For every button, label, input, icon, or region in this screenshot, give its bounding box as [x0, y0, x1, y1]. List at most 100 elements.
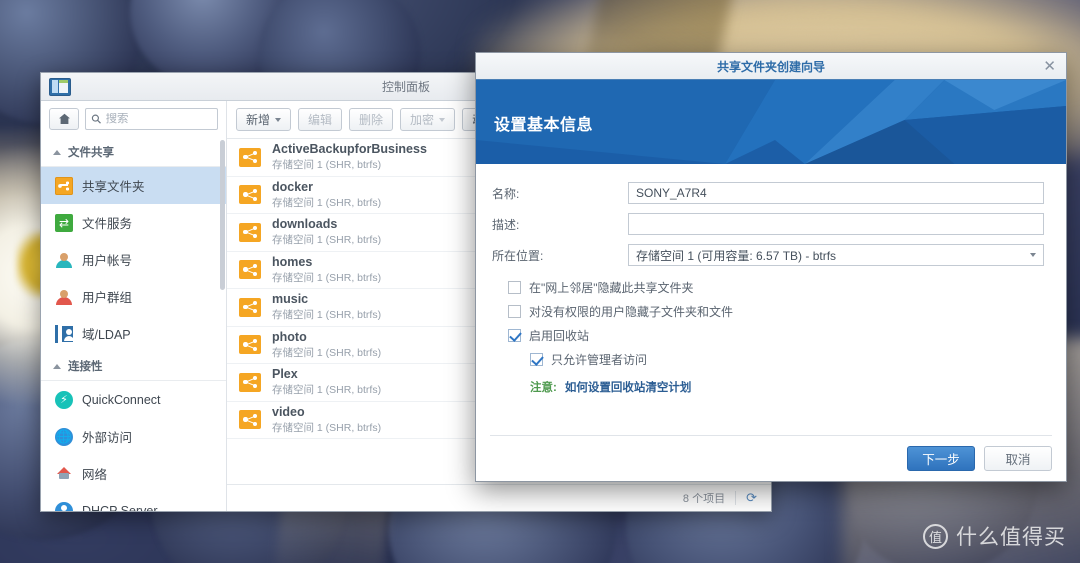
sidebar-item-network[interactable]: 网络 — [41, 455, 226, 492]
folder-name: Plex — [272, 367, 298, 382]
sidebar-item-domain-ldap[interactable]: 域/LDAP — [41, 315, 226, 352]
wizard-form: 名称: SONY_A7R4 描述: 所在位置: 存储空间 1 (可用容量: 6.… — [476, 164, 1066, 435]
search-box[interactable] — [85, 108, 218, 130]
sidebar-item-label: QuickConnect — [82, 392, 161, 407]
sidebar-item-label: 域/LDAP — [82, 328, 131, 342]
cancel-button[interactable]: 取消 — [984, 446, 1052, 471]
wizard-titlebar[interactable]: 共享文件夹创建向导 ✕ — [476, 53, 1066, 80]
name-field[interactable]: SONY_A7R4 — [628, 182, 1044, 204]
refresh-icon[interactable]: ⟳ — [746, 490, 757, 506]
enable-recycle-bin-checkbox[interactable] — [508, 328, 521, 342]
sidebar-item-label: 共享文件夹 — [82, 180, 145, 194]
control-panel-icon — [49, 77, 71, 96]
folder-name: music — [272, 292, 309, 307]
shared-folder-icon — [239, 372, 261, 392]
location-row: 所在位置: 存储空间 1 (可用容量: 6.57 TB) - btrfs — [492, 244, 1044, 266]
home-icon — [58, 113, 70, 124]
quickconnect-icon — [55, 390, 73, 409]
sidebar-group-connectivity[interactable]: 连接性 — [41, 352, 226, 381]
shared-folder-wizard-dialog: 共享文件夹创建向导 ✕ 设置基本信息 名称: SONY_A7R4 描述: 所在位… — [475, 52, 1067, 482]
hide-in-network-neighborhood-row[interactable]: 在"网上邻居"隐藏此共享文件夹 — [508, 275, 1044, 299]
sidebar-item-shared-folder[interactable]: 共享文件夹 — [41, 167, 226, 204]
chevron-down-icon — [1030, 253, 1036, 257]
watermark: 值 什么值得买 — [923, 521, 1066, 551]
sidebar-item-dhcp-server[interactable]: DHCP Server — [41, 492, 226, 511]
sidebar-item-user-account[interactable]: 用户帐号 — [41, 241, 226, 278]
name-row: 名称: SONY_A7R4 — [492, 182, 1044, 204]
sidebar-group-label: 文件共享 — [68, 147, 114, 159]
sidebar-search-row — [41, 101, 226, 138]
home-button[interactable] — [49, 108, 79, 130]
folder-location: 存储空间 1 (SHR, btrfs) — [272, 234, 382, 247]
shared-folder-icon — [55, 176, 73, 195]
folder-location: 存储空间 1 (SHR, btrfs) — [272, 384, 382, 397]
chevron-down-icon — [439, 117, 446, 122]
hide-in-network-neighborhood-label: 在"网上邻居"隐藏此共享文件夹 — [529, 280, 694, 295]
chevron-up-icon — [53, 149, 61, 155]
sidebar-item-label: 用户群组 — [82, 291, 133, 305]
shared-folder-icon — [239, 335, 261, 355]
location-select[interactable]: 存储空间 1 (可用容量: 6.57 TB) - btrfs — [628, 244, 1044, 266]
hide-in-network-neighborhood-checkbox[interactable] — [508, 280, 521, 294]
sidebar-item-file-service[interactable]: 文件服务 — [41, 204, 226, 241]
enable-recycle-bin-row[interactable]: 启用回收站 — [508, 323, 1044, 347]
admin-only-access-label: 只允许管理者访问 — [551, 352, 648, 367]
description-row: 描述: — [492, 213, 1044, 235]
recycle-bin-schedule-link[interactable]: 如何设置回收站清空计划 — [565, 379, 692, 395]
search-input[interactable] — [105, 113, 212, 125]
next-button[interactable]: 下一步 — [907, 446, 975, 471]
sidebar-nav: 文件共享 共享文件夹 文件服务 用户帐号 — [41, 138, 226, 511]
sidebar-scrollbar[interactable] — [220, 140, 225, 290]
user-account-icon — [55, 251, 73, 269]
folder-location: 存储空间 1 (SHR, btrfs) — [272, 271, 382, 284]
folder-location: 存储空间 1 (SHR, btrfs) — [272, 159, 382, 172]
name-label: 名称: — [492, 186, 520, 201]
enable-recycle-bin-label: 启用回收站 — [529, 328, 590, 343]
sidebar-item-label: 外部访问 — [82, 431, 133, 445]
wizard-banner: 设置基本信息 — [476, 80, 1066, 164]
sidebar-item-external-access[interactable]: 外部访问 — [41, 418, 226, 455]
sidebar-item-user-group[interactable]: 用户群组 — [41, 278, 226, 315]
wizard-heading: 设置基本信息 — [494, 117, 594, 134]
folder-name: video — [272, 404, 305, 419]
encrypt-button[interactable]: 加密 — [400, 108, 456, 131]
folder-location: 存储空间 1 (SHR, btrfs) — [272, 309, 382, 322]
shared-folder-icon — [239, 147, 261, 167]
sidebar-item-label: DHCP Server — [82, 503, 158, 512]
shared-folder-icon — [239, 260, 261, 280]
encrypt-button-label: 加密 — [410, 113, 435, 127]
wizard-footer: 下一步 取消 — [490, 435, 1052, 481]
folder-name: docker — [272, 179, 313, 194]
close-icon[interactable]: ✕ — [1043, 59, 1056, 74]
description-field[interactable] — [628, 213, 1044, 235]
watermark-badge: 值 — [923, 523, 948, 549]
chevron-up-icon — [53, 363, 61, 369]
status-bar: 8 个项目 ⟳ — [227, 484, 771, 511]
sidebar-item-quickconnect[interactable]: QuickConnect — [41, 381, 226, 418]
sidebar-item-label: 文件服务 — [82, 217, 133, 231]
folder-location: 存储空间 1 (SHR, btrfs) — [272, 346, 382, 359]
shared-folder-icon — [239, 185, 261, 205]
create-button-label: 新增 — [246, 113, 271, 127]
folder-name: homes — [272, 254, 313, 269]
delete-button-label: 删除 — [359, 113, 384, 127]
shared-folder-icon — [239, 410, 261, 430]
sidebar-item-label: 用户帐号 — [82, 254, 133, 268]
hide-subfolders-row[interactable]: 对没有权限的用户隐藏子文件夹和文件 — [508, 299, 1044, 323]
admin-only-access-row[interactable]: 只允许管理者访问 — [530, 347, 1044, 371]
search-icon — [91, 114, 101, 124]
edit-button[interactable]: 编辑 — [298, 108, 343, 131]
folder-name: downloads — [272, 217, 338, 232]
note-label: 注意: — [530, 382, 557, 394]
chevron-down-icon — [275, 117, 282, 122]
sidebar: 文件共享 共享文件夹 文件服务 用户帐号 — [41, 101, 227, 511]
ldap-icon — [55, 324, 74, 343]
location-selected-value: 存储空间 1 (可用容量: 6.57 TB) - btrfs — [636, 248, 837, 263]
folder-name: photo — [272, 329, 307, 344]
admin-only-access-checkbox[interactable] — [530, 352, 543, 366]
delete-button[interactable]: 删除 — [349, 108, 394, 131]
note-row: 注意: 如何设置回收站清空计划 — [530, 379, 1044, 395]
sidebar-group-file-sharing[interactable]: 文件共享 — [41, 138, 226, 167]
create-button[interactable]: 新增 — [236, 108, 292, 131]
hide-subfolders-checkbox[interactable] — [508, 304, 521, 318]
